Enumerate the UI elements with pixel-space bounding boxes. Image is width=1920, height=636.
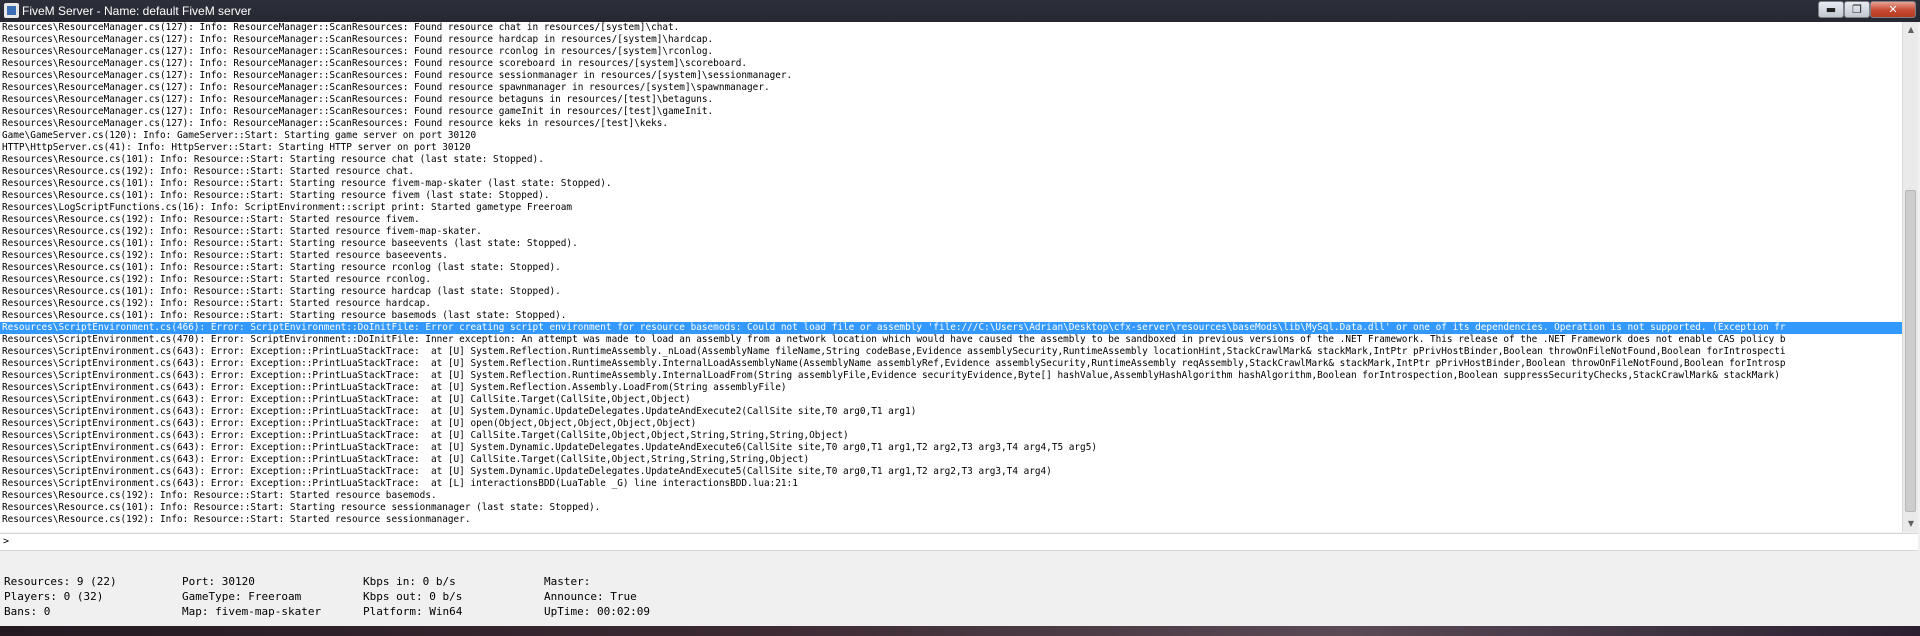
console-line[interactable]: Resources\Resource.cs(101): Info: Resour… (0, 154, 1902, 166)
server-window: FiveM Server - Name: default FiveM serve… (0, 0, 1920, 626)
status-column-resources: Resources: 9 (22) Players: 0 (32) Bans: … (4, 574, 117, 619)
status-bans: Bans: 0 (4, 605, 51, 618)
scroll-up-arrow-icon[interactable]: ▲ (1903, 22, 1919, 38)
console-line[interactable]: Resources\ResourceManager.cs(127): Info:… (0, 106, 1902, 118)
console-line[interactable]: Resources\ResourceManager.cs(127): Info:… (0, 34, 1902, 46)
console-line[interactable]: Resources\ResourceManager.cs(127): Info:… (0, 82, 1902, 94)
console-line[interactable]: Resources\ScriptEnvironment.cs(643): Err… (0, 394, 1902, 406)
console-line[interactable]: Resources\ScriptEnvironment.cs(643): Err… (0, 478, 1902, 490)
console-line[interactable]: Resources\ResourceManager.cs(127): Info:… (0, 94, 1902, 106)
status-announce: Announce: True (544, 590, 637, 603)
console-line[interactable]: Resources\Resource.cs(192): Info: Resour… (0, 214, 1902, 226)
console-line[interactable]: Resources\ScriptEnvironment.cs(643): Err… (0, 346, 1902, 358)
console-line[interactable]: Resources\ScriptEnvironment.cs(643): Err… (0, 430, 1902, 442)
console-line[interactable]: Resources\ResourceManager.cs(127): Info:… (0, 46, 1902, 58)
command-row: > (0, 533, 1918, 551)
status-resources: Resources: 9 (22) (4, 575, 117, 588)
console-line[interactable]: Resources\Resource.cs(101): Info: Resour… (0, 310, 1902, 322)
status-kbps-in: Kbps in: 0 b/s (363, 575, 456, 588)
console-line[interactable]: Resources\ScriptEnvironment.cs(643): Err… (0, 466, 1902, 478)
console-line[interactable]: Resources\ScriptEnvironment.cs(470): Err… (0, 334, 1902, 346)
status-gametype: GameType: Freeroam (182, 590, 302, 603)
maximize-button[interactable]: ❐ (1844, 1, 1870, 18)
console-line[interactable]: Resources\ResourceManager.cs(127): Info:… (0, 22, 1902, 34)
console-line[interactable]: Resources\ScriptEnvironment.cs(643): Err… (0, 370, 1902, 382)
console-line[interactable]: Resources\Resource.cs(192): Info: Resour… (0, 514, 1902, 526)
console-line[interactable]: Resources\ResourceManager.cs(127): Info:… (0, 70, 1902, 82)
console-line[interactable]: Resources\ScriptEnvironment.cs(643): Err… (0, 442, 1902, 454)
console-line[interactable]: Resources\Resource.cs(192): Info: Resour… (0, 226, 1902, 238)
window-title: FiveM Server - Name: default FiveM serve… (22, 4, 252, 18)
console-line[interactable]: Resources\ResourceManager.cs(127): Info:… (0, 118, 1902, 130)
console-line[interactable]: Resources\Resource.cs(101): Info: Resour… (0, 262, 1902, 274)
status-master: Master: (544, 575, 591, 588)
status-kbps-out: Kbps out: 0 b/s (363, 590, 463, 603)
console-line[interactable]: Game\GameServer.cs(120): Info: GameServe… (0, 130, 1902, 142)
close-button[interactable]: ✕ (1870, 1, 1916, 18)
console-line[interactable]: HTTP\HttpServer.cs(41): Info: HttpServer… (0, 142, 1902, 154)
console-output[interactable]: Resources\ResourceManager.cs(127): Info:… (0, 22, 1902, 532)
status-uptime: UpTime: 00:02:09 (544, 605, 650, 618)
desktop-background-strip (0, 626, 1920, 636)
console-line[interactable]: Resources\ScriptEnvironment.cs(643): Err… (0, 406, 1902, 418)
scroll-down-arrow-icon[interactable]: ▼ (1903, 516, 1919, 532)
status-column-master: Master: Announce: True UpTime: 00:02:09 (544, 574, 650, 619)
console-line[interactable]: Resources\ScriptEnvironment.cs(643): Err… (0, 382, 1902, 394)
status-port: Port: 30120 (182, 575, 255, 588)
app-icon (4, 3, 19, 18)
console-line[interactable]: Resources\Resource.cs(192): Info: Resour… (0, 298, 1902, 310)
console-line-selected[interactable]: Resources\ScriptEnvironment.cs(466): Err… (0, 322, 1902, 334)
console-scrollbar[interactable]: ▲ ▼ (1902, 22, 1918, 532)
console-line[interactable]: Resources\ScriptEnvironment.cs(643): Err… (0, 454, 1902, 466)
console-line[interactable]: Resources\Resource.cs(192): Info: Resour… (0, 166, 1902, 178)
console-line[interactable]: Resources\Resource.cs(192): Info: Resour… (0, 274, 1902, 286)
console-line[interactable]: Resources\ScriptEnvironment.cs(643): Err… (0, 358, 1902, 370)
status-platform: Platform: Win64 (363, 605, 463, 618)
status-map: Map: fivem-map-skater (182, 605, 322, 618)
minimize-button[interactable]: ▬ (1818, 1, 1844, 18)
console-line[interactable]: Resources\Resource.cs(101): Info: Resour… (0, 502, 1902, 514)
console-line[interactable]: Resources\Resource.cs(192): Info: Resour… (0, 490, 1902, 502)
command-input[interactable] (16, 535, 1906, 549)
scrollbar-thumb[interactable] (1905, 190, 1916, 512)
console-line[interactable]: Resources\Resource.cs(101): Info: Resour… (0, 238, 1902, 250)
console-line[interactable]: Resources\Resource.cs(101): Info: Resour… (0, 286, 1902, 298)
status-players: Players: 0 (32) (4, 590, 104, 603)
console-line[interactable]: Resources\LogScriptFunctions.cs(16): Inf… (0, 202, 1902, 214)
status-column-network: Kbps in: 0 b/s Kbps out: 0 b/s Platform:… (363, 574, 462, 619)
console-line[interactable]: Resources\ScriptEnvironment.cs(643): Err… (0, 418, 1902, 430)
command-prompt: > (3, 536, 10, 547)
console-line[interactable]: Resources\ResourceManager.cs(127): Info:… (0, 58, 1902, 70)
title-bar[interactable]: FiveM Server - Name: default FiveM serve… (0, 0, 1920, 22)
status-panel: Resources: 9 (22) Players: 0 (32) Bans: … (0, 552, 1918, 626)
status-column-server: Port: 30120 GameType: Freeroam Map: five… (182, 574, 321, 619)
console-line[interactable]: Resources\Resource.cs(192): Info: Resour… (0, 250, 1902, 262)
console-line[interactable]: Resources\Resource.cs(101): Info: Resour… (0, 190, 1902, 202)
console-line[interactable]: Resources\Resource.cs(101): Info: Resour… (0, 178, 1902, 190)
